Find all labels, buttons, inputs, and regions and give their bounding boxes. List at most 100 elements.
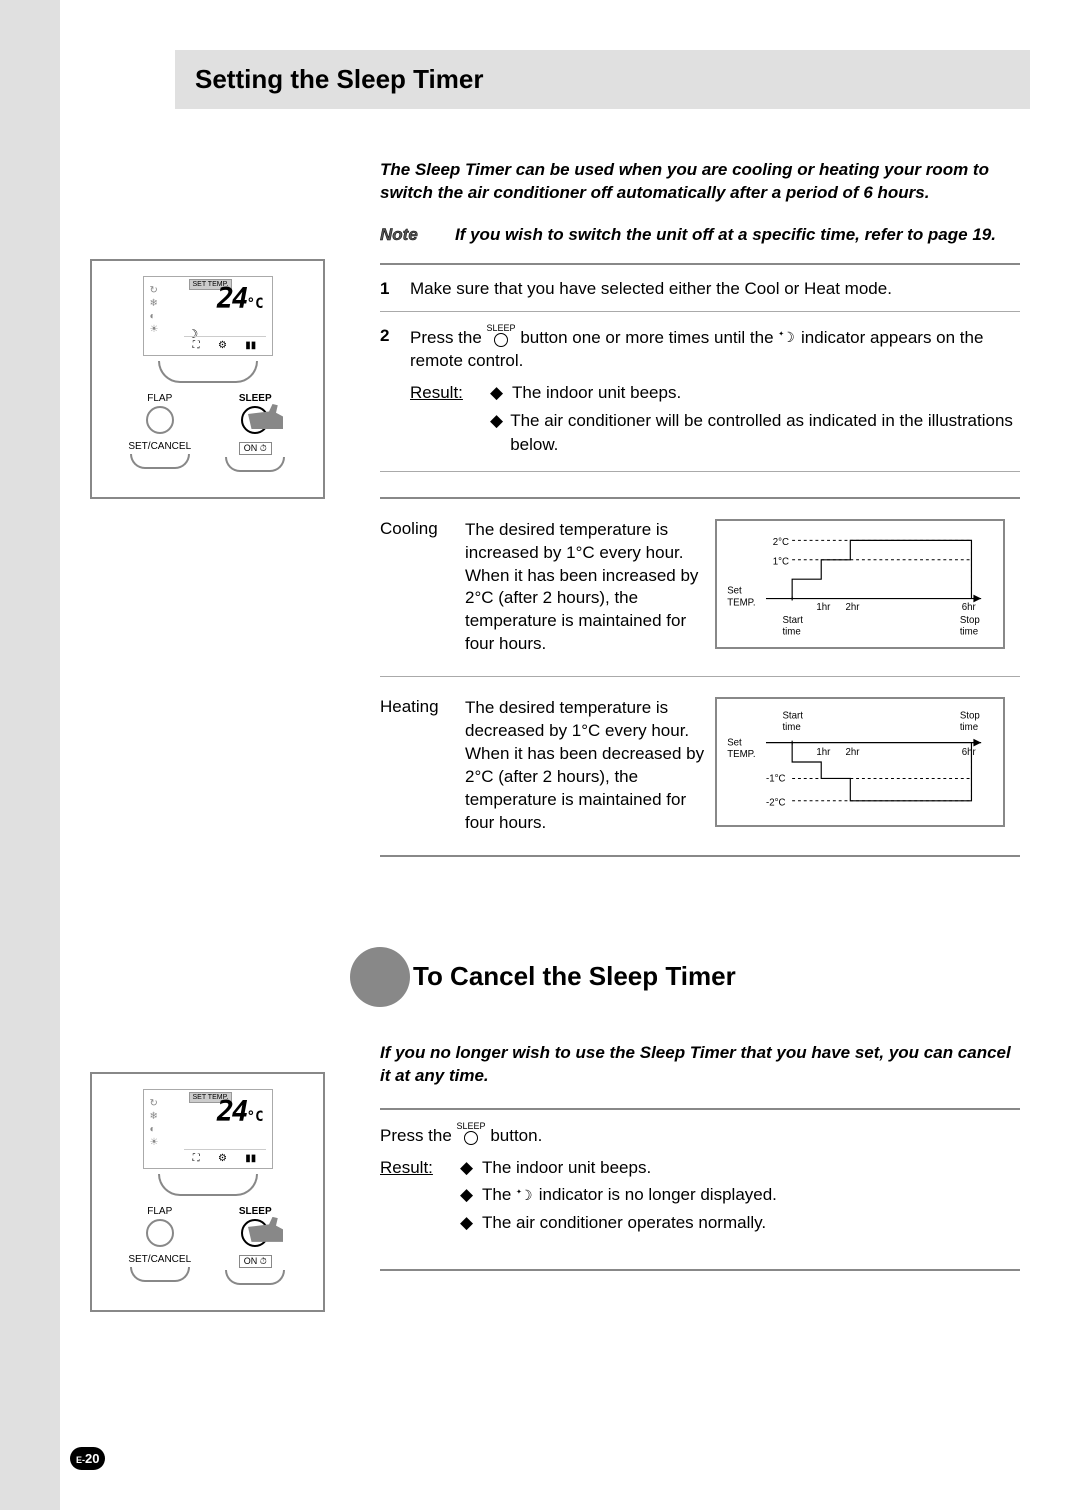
svg-text:time: time: [960, 722, 978, 733]
note-text: If you wish to switch the unit off at a …: [455, 225, 1020, 245]
intro-text: The Sleep Timer can be used when you are…: [380, 159, 1020, 205]
note-row: Note If you wish to switch the unit off …: [380, 225, 1020, 245]
result-1: The indoor unit beeps.: [512, 381, 681, 405]
svg-text:TEMP.: TEMP.: [727, 597, 755, 608]
cancel-title: To Cancel the Sleep Timer: [398, 961, 736, 992]
cancel-result-1: The indoor unit beeps.: [482, 1156, 651, 1180]
step-2-mid: button one or more times until the: [520, 328, 778, 347]
result-2: The air conditioner will be controlled a…: [510, 409, 1020, 457]
cancel-result-2-post: indicator is no longer displayed.: [539, 1185, 777, 1204]
divider: [380, 855, 1020, 857]
cooling-section: Cooling The desired temperature is incre…: [380, 519, 1020, 657]
content-upper: SET TEMP. ↻❄◐☀ 24°C ☽ ⛶⚙▮▮ FLAP SLEEP: [60, 159, 1030, 1042]
svg-text:TEMP.: TEMP.: [727, 749, 755, 760]
power-button-illustration: [158, 361, 258, 383]
page-number: E-20: [70, 1447, 105, 1470]
cancel-step-post: button.: [490, 1126, 542, 1145]
page: Setting the Sleep Timer SET TEMP. ↻❄◐☀ 2…: [0, 0, 1080, 1510]
svg-text:time: time: [960, 626, 978, 637]
flap-label: FLAP: [147, 1206, 172, 1217]
sleep-button-icon: SLEEP: [487, 324, 516, 347]
temperature-display: 24°C: [217, 1095, 264, 1128]
divider: [380, 311, 1020, 312]
divider: [380, 471, 1020, 472]
remote-lcd: SET TEMP. ↻❄◐☀ 24°C ☽ ⛶⚙▮▮: [143, 276, 273, 356]
set-cancel-button-illustration: [130, 1267, 190, 1282]
temp-value: 24: [217, 1095, 247, 1128]
left-margin: [0, 0, 60, 1510]
step-2-num: 2: [380, 324, 410, 461]
tick-2hr: 2hr: [845, 747, 860, 758]
remote-illustration-1: SET TEMP. ↻❄◐☀ 24°C ☽ ⛶⚙▮▮ FLAP SLEEP: [90, 259, 325, 499]
power-button-illustration: [158, 1174, 258, 1196]
step-1-text: Make sure that you have selected either …: [410, 277, 1020, 301]
heating-label: Heating: [380, 697, 465, 717]
remote-lcd-2: SET TEMP. ↻❄◐☀ 24°C ⛶⚙▮▮: [143, 1089, 273, 1169]
result-row: Result: ◆The indoor unit beeps. ◆The air…: [410, 381, 1020, 460]
sleep-label: SLEEP: [239, 1206, 272, 1217]
cooling-label: Cooling: [380, 519, 465, 539]
sleep-label: SLEEP: [239, 393, 272, 404]
diamond-bullet-icon: ◆: [490, 409, 510, 457]
step-1: 1 Make sure that you have selected eithe…: [380, 277, 1020, 301]
remote-illustration-2: SET TEMP. ↻❄◐☀ 24°C ⛶⚙▮▮ FLAP SLEEP: [90, 1072, 325, 1312]
moon-indicator-icon: [516, 1188, 534, 1204]
cancel-result-3: The air conditioner operates normally.: [482, 1211, 766, 1235]
page-title: Setting the Sleep Timer: [175, 50, 1030, 109]
left-column-2: SET TEMP. ↻❄◐☀ 24°C ⛶⚙▮▮ FLAP SLEEP: [60, 1042, 380, 1312]
fan-icons: ⛶⚙▮▮: [184, 1149, 266, 1164]
heating-section: Heating The desired temperature is decre…: [380, 697, 1020, 835]
cancel-result: Result: ◆The indoor unit beeps. ◆ The in…: [380, 1156, 1020, 1239]
diamond-bullet-icon: ◆: [460, 1211, 482, 1235]
divider: [380, 676, 1020, 677]
sleep-button-icon: SLEEP: [457, 1122, 486, 1145]
cancel-intro: If you no longer wish to use the Sleep T…: [380, 1042, 1020, 1088]
axis-set-temp: Set: [727, 738, 742, 749]
on-button-illustration: [225, 457, 285, 472]
tick-6hr: 6hr: [962, 602, 977, 613]
svg-text:time: time: [782, 626, 800, 637]
flap-button-illustration: [146, 1219, 174, 1247]
temp-unit: °C: [247, 296, 264, 312]
cooling-text: The desired temperature is increased by …: [465, 519, 715, 657]
fan-icons: ⛶⚙▮▮: [184, 336, 266, 351]
right-column-2: If you no longer wish to use the Sleep T…: [380, 1042, 1030, 1312]
cancel-result-2-pre: The: [482, 1185, 516, 1204]
step-1-num: 1: [380, 277, 410, 301]
temp-unit: °C: [247, 1109, 264, 1125]
right-column: The Sleep Timer can be used when you are…: [380, 159, 1030, 1042]
set-cancel-label: SET/CANCEL: [128, 1254, 191, 1265]
divider: [380, 1108, 1020, 1110]
diamond-bullet-icon: ◆: [460, 1183, 482, 1207]
diamond-bullet-icon: ◆: [460, 1156, 482, 1180]
page-prefix: E-: [76, 1455, 85, 1465]
step-2: 2 Press the SLEEP button one or more tim…: [380, 324, 1020, 461]
on-button-illustration: [225, 1270, 285, 1285]
cancel-step-pre: Press the: [380, 1126, 457, 1145]
axis-set-temp: Set: [727, 585, 742, 596]
stop-time-label: Stop: [960, 614, 980, 625]
divider: [380, 1269, 1020, 1271]
start-time-label: Start: [782, 614, 803, 625]
content-lower: SET TEMP. ↻❄◐☀ 24°C ⛶⚙▮▮ FLAP SLEEP: [60, 1042, 1030, 1312]
step-2-text: Press the SLEEP button one or more times…: [410, 324, 1020, 461]
on-label: ON ⏱: [239, 1255, 272, 1268]
stop-time-label: Stop: [960, 711, 980, 722]
result-label: Result:: [380, 1156, 460, 1239]
tick-n2c: -2°C: [766, 798, 785, 809]
divider: [380, 497, 1020, 499]
divider: [380, 263, 1020, 265]
tick-1c: 1°C: [773, 556, 789, 567]
temp-value: 24: [217, 282, 247, 315]
heating-chart: Set TEMP. -1°C -2°C 1hr: [715, 697, 1005, 827]
mode-icons: ↻❄◐☀: [150, 1098, 159, 1150]
tick-2hr: 2hr: [845, 602, 860, 613]
tick-1hr: 1hr: [816, 747, 831, 758]
diamond-bullet-icon: ◆: [490, 381, 512, 405]
left-column: SET TEMP. ↻❄◐☀ 24°C ☽ ⛶⚙▮▮ FLAP SLEEP: [60, 159, 380, 1042]
start-time-label: Start: [782, 711, 803, 722]
moon-indicator-icon: [778, 330, 796, 346]
flap-button-illustration: [146, 406, 174, 434]
mode-icons: ↻❄◐☀: [150, 285, 159, 337]
tick-2c: 2°C: [773, 537, 789, 548]
